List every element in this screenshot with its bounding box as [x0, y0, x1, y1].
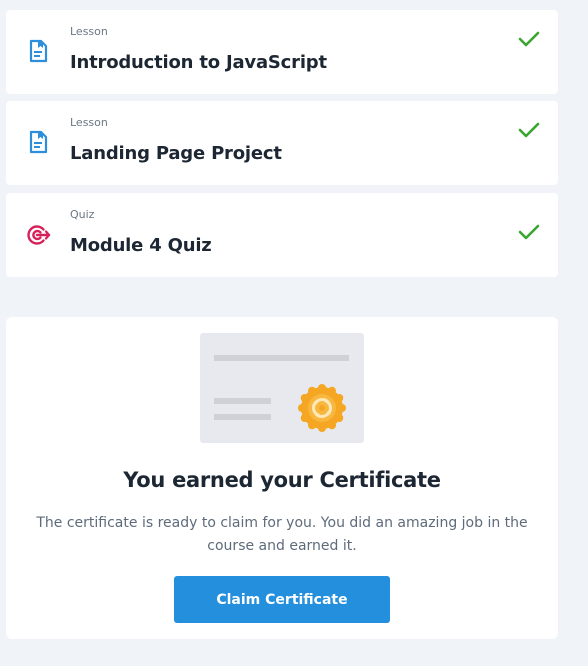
- check-icon: [518, 121, 540, 139]
- check-icon: [518, 223, 540, 241]
- item-title[interactable]: Landing Page Project: [70, 143, 282, 164]
- certificate-seal-icon: [298, 384, 346, 432]
- claim-certificate-button[interactable]: Claim Certificate: [174, 576, 390, 623]
- list-item[interactable]: Lesson Introduction to JavaScript: [6, 10, 558, 94]
- item-type-label: Lesson: [70, 25, 108, 38]
- item-type-label: Quiz: [70, 208, 95, 221]
- lesson-document-icon: [26, 129, 50, 155]
- certificate-illustration: [200, 333, 364, 443]
- certificate-description: The certificate is ready to claim for yo…: [36, 515, 528, 554]
- item-title[interactable]: Introduction to JavaScript: [70, 52, 327, 73]
- quiz-target-icon: [26, 222, 51, 248]
- item-type-label: Lesson: [70, 116, 108, 129]
- certificate-card: You earned your Certificate The certific…: [6, 317, 558, 639]
- check-icon: [518, 30, 540, 48]
- certificate-title: You earned your Certificate: [123, 468, 441, 492]
- list-item[interactable]: Lesson Landing Page Project: [6, 101, 558, 185]
- item-title[interactable]: Module 4 Quiz: [70, 235, 212, 256]
- lesson-document-icon: [26, 38, 50, 64]
- list-item[interactable]: Quiz Module 4 Quiz: [6, 193, 558, 277]
